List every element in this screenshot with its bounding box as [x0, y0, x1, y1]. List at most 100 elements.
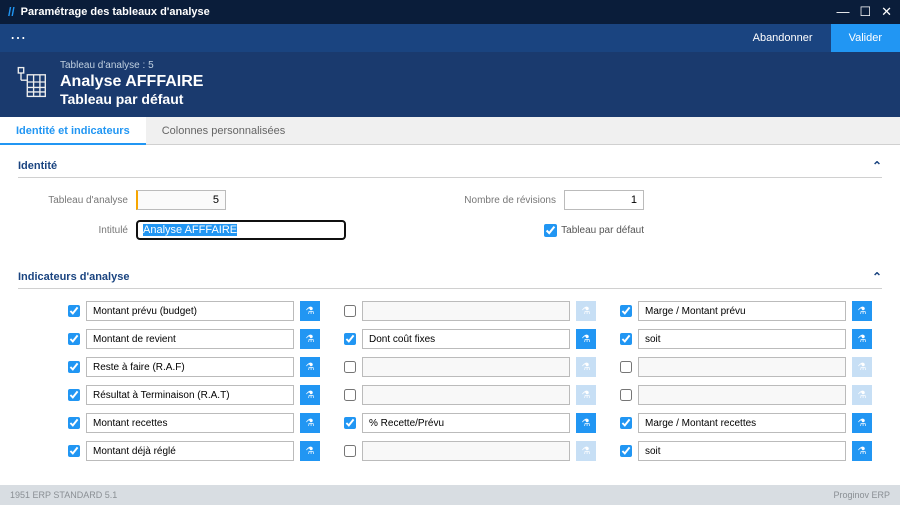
indicator-input[interactable] [638, 385, 846, 405]
indicator-checkbox[interactable] [68, 445, 80, 457]
flask-icon[interactable]: ⚗ [300, 357, 320, 377]
flask-icon: ⚗ [576, 357, 596, 377]
default-checkbox[interactable] [544, 224, 557, 237]
indicator-input[interactable] [638, 357, 846, 377]
flask-icon[interactable]: ⚗ [852, 441, 872, 461]
collapse-icon[interactable]: ⌃ [872, 270, 882, 284]
flask-icon[interactable]: ⚗ [852, 329, 872, 349]
indicator-checkbox[interactable] [344, 361, 356, 373]
indicator-checkbox[interactable] [344, 417, 356, 429]
close-icon[interactable]: ✕ [881, 4, 892, 20]
indicator-row: ⚗ [68, 357, 320, 377]
section-indicators-header[interactable]: Indicateurs d'analyse ⌃ [18, 266, 882, 289]
header-subtitle: Tableau d'analyse : 5 [60, 60, 203, 71]
indicator-input[interactable] [86, 441, 294, 461]
indicator-checkbox[interactable] [620, 389, 632, 401]
indicator-row: ⚗ [68, 413, 320, 433]
indicator-checkbox[interactable] [620, 445, 632, 457]
indicators-grid: ⚗ ⚗ ⚗ ⚗ ⚗ ⚗ ⚗ ⚗ ⚗ ⚗ ⚗ ⚗ ⚗ ⚗ ⚗ ⚗ ⚗ ⚗ [68, 301, 872, 461]
indicator-checkbox[interactable] [68, 305, 80, 317]
intitule-label: Intitulé [18, 225, 128, 236]
indicator-row: ⚗ [344, 441, 596, 461]
header-title: Analyse AFFFAIRE [60, 73, 203, 91]
indicator-input[interactable] [362, 357, 570, 377]
indicator-checkbox[interactable] [344, 445, 356, 457]
indicator-input[interactable] [362, 441, 570, 461]
indicator-checkbox[interactable] [620, 361, 632, 373]
flask-icon: ⚗ [576, 385, 596, 405]
section-indicators: Indicateurs d'analyse ⌃ ⚗⚗⚗⚗⚗⚗⚗⚗⚗⚗⚗⚗⚗⚗⚗⚗… [18, 266, 882, 467]
flask-icon[interactable]: ⚗ [852, 413, 872, 433]
indicator-checkbox[interactable] [344, 305, 356, 317]
flask-icon[interactable]: ⚗ [300, 441, 320, 461]
flask-icon: ⚗ [852, 385, 872, 405]
indicator-input[interactable] [86, 357, 294, 377]
indicator-checkbox[interactable] [344, 333, 356, 345]
section-indicators-title: Indicateurs d'analyse [18, 271, 872, 283]
toolbar-menu-icon[interactable]: ⋯ [0, 28, 735, 48]
footer-right: Proginov ERP [833, 490, 890, 500]
indicator-input[interactable] [638, 441, 846, 461]
indicator-input[interactable] [362, 301, 570, 321]
indicator-input[interactable] [86, 413, 294, 433]
flask-icon: ⚗ [576, 441, 596, 461]
indicator-checkbox[interactable] [68, 417, 80, 429]
flask-icon[interactable]: ⚗ [576, 329, 596, 349]
toolbar: ⋯ Abandonner Valider [0, 24, 900, 52]
tab-identity[interactable]: Identité et indicateurs [0, 117, 146, 145]
tabs: Identité et indicateurs Colonnes personn… [0, 117, 900, 145]
indicator-row: ⚗ [68, 385, 320, 405]
indicator-input[interactable] [638, 329, 846, 349]
validate-button[interactable]: Valider [831, 24, 900, 52]
indicator-row: ⚗ [344, 329, 596, 349]
table-value-input [136, 190, 226, 210]
revisions-input[interactable] [564, 190, 644, 210]
indicator-checkbox[interactable] [68, 333, 80, 345]
section-identity-header[interactable]: Identité ⌃ [18, 155, 882, 178]
indicator-row: ⚗ [620, 385, 872, 405]
flask-icon[interactable]: ⚗ [852, 301, 872, 321]
indicator-input[interactable] [638, 413, 846, 433]
default-checkbox-group[interactable]: Tableau par défaut [544, 224, 644, 237]
indicator-checkbox[interactable] [620, 417, 632, 429]
indicator-row: ⚗ [620, 329, 872, 349]
app-logo-slashes: // [8, 5, 15, 19]
flask-icon[interactable]: ⚗ [300, 385, 320, 405]
indicator-input[interactable] [362, 385, 570, 405]
indicator-row: ⚗ [344, 385, 596, 405]
indicator-input[interactable] [86, 385, 294, 405]
indicator-row: ⚗ [344, 357, 596, 377]
minimize-icon[interactable]: — [836, 4, 849, 20]
flask-icon: ⚗ [576, 301, 596, 321]
tab-columns[interactable]: Colonnes personnalisées [146, 117, 302, 145]
flask-icon[interactable]: ⚗ [300, 413, 320, 433]
indicator-checkbox[interactable] [620, 333, 632, 345]
window-title: Paramétrage des tableaux d'analyse [21, 6, 837, 18]
abandon-button[interactable]: Abandonner [735, 24, 831, 52]
flask-icon[interactable]: ⚗ [300, 301, 320, 321]
footer-left: 1951 ERP STANDARD 5.1 [10, 490, 833, 500]
indicator-row: ⚗ [68, 441, 320, 461]
flask-icon[interactable]: ⚗ [576, 413, 596, 433]
collapse-icon[interactable]: ⌃ [872, 159, 882, 173]
indicator-row: ⚗ [620, 413, 872, 433]
intitule-input[interactable] [136, 220, 346, 240]
indicator-input[interactable] [362, 413, 570, 433]
indicator-row: ⚗ [344, 413, 596, 433]
indicator-row: ⚗ [620, 357, 872, 377]
default-checkbox-label: Tableau par défaut [561, 225, 644, 236]
indicator-checkbox[interactable] [68, 389, 80, 401]
indicator-row: ⚗ [620, 441, 872, 461]
indicator-checkbox[interactable] [68, 361, 80, 373]
indicator-input[interactable] [638, 301, 846, 321]
indicator-input[interactable] [86, 301, 294, 321]
maximize-icon[interactable]: ☐ [859, 4, 871, 20]
indicator-checkbox[interactable] [620, 305, 632, 317]
indicator-checkbox[interactable] [344, 389, 356, 401]
indicator-input[interactable] [86, 329, 294, 349]
indicator-row: ⚗ [68, 301, 320, 321]
indicator-input[interactable] [362, 329, 570, 349]
flask-icon[interactable]: ⚗ [300, 329, 320, 349]
footer: 1951 ERP STANDARD 5.1 Proginov ERP [0, 485, 900, 505]
section-identity: Identité ⌃ Tableau d'analyse Nombre de r… [18, 155, 882, 256]
